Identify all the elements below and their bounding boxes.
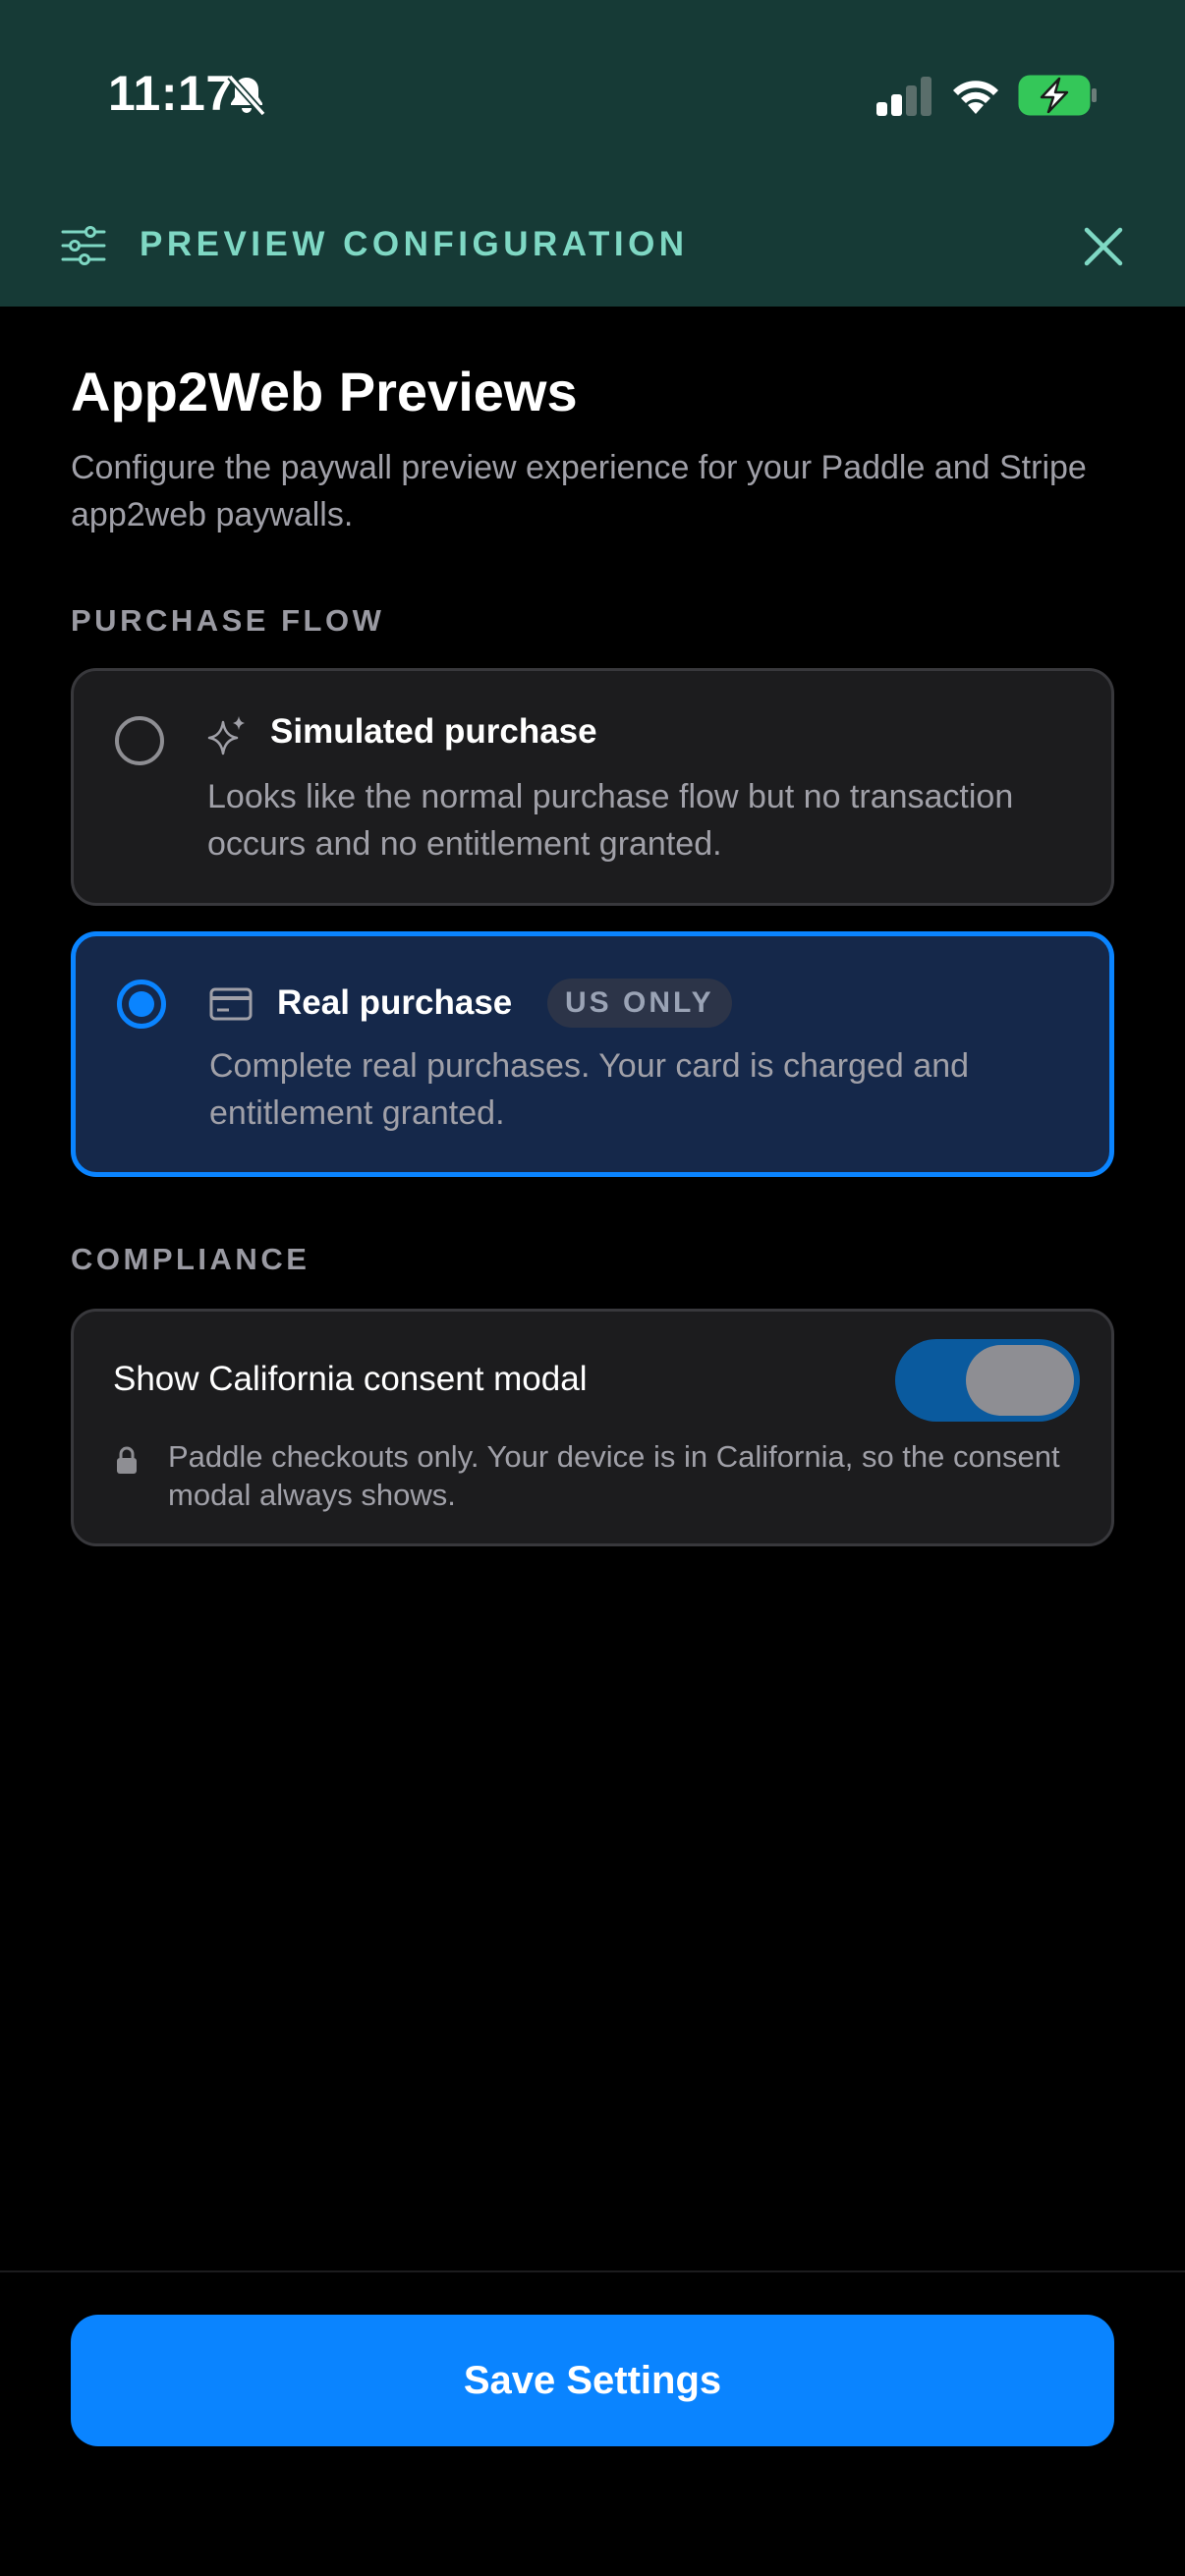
compliance-card: Show California consent modal Paddle che… <box>71 1309 1114 1546</box>
page-subtitle: Configure the paywall preview experience… <box>71 449 1087 533</box>
status-bar: 11:17 <box>0 0 1185 196</box>
battery-charging-icon <box>1018 75 1097 116</box>
save-settings-button[interactable]: Save Settings <box>71 2315 1114 2446</box>
bell-off-icon <box>227 74 266 117</box>
california-consent-label: Show California consent modal <box>113 1360 588 1398</box>
compliance-label: COMPLIANCE <box>71 1242 310 1276</box>
sliders-icon <box>61 226 106 265</box>
page-title: App2Web Previews <box>71 361 578 422</box>
real-purchase-description: Complete real purchases. Your card is ch… <box>209 1047 970 1132</box>
purchase-flow-label: PURCHASE FLOW <box>71 603 385 638</box>
toggle-knob <box>966 1345 1074 1416</box>
simulated-purchase-radio[interactable] <box>115 716 164 765</box>
compliance-note: Paddle checkouts only. Your device is in… <box>168 1439 1060 1512</box>
footer-divider <box>0 2270 1185 2272</box>
california-consent-toggle[interactable] <box>895 1339 1080 1422</box>
close-icon[interactable] <box>1081 224 1126 269</box>
wifi-icon <box>953 81 998 114</box>
simulated-purchase-title: Simulated purchase <box>270 712 597 751</box>
lock-icon <box>117 1446 137 1474</box>
real-purchase-radio[interactable] <box>117 980 166 1029</box>
credit-card-icon <box>209 987 253 1021</box>
simulated-purchase-option[interactable]: Simulated purchase Looks like the normal… <box>71 668 1114 906</box>
sparkles-icon <box>207 716 245 756</box>
cellular-signal-icon <box>876 77 931 116</box>
real-purchase-option[interactable]: Real purchase US ONLY Complete real purc… <box>71 931 1114 1177</box>
header-title: PREVIEW CONFIGURATION <box>140 225 689 263</box>
simulated-purchase-description: Looks like the normal purchase flow but … <box>207 778 1014 863</box>
status-time: 11:17 <box>108 66 234 121</box>
us-only-badge: US ONLY <box>547 979 732 1028</box>
real-purchase-title: Real purchase <box>277 983 513 1022</box>
